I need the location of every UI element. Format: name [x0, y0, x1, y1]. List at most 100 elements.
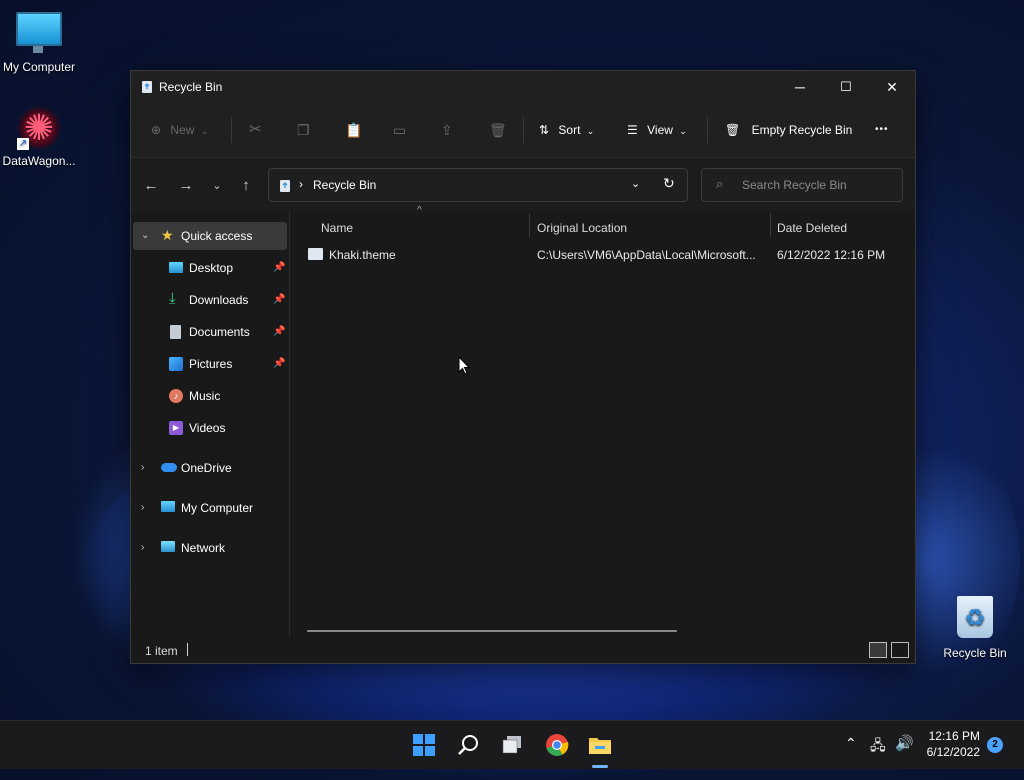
windows-start-icon[interactable] — [410, 731, 438, 759]
item-count: 1 item — [145, 644, 178, 658]
sidebar-item-label: Videos — [189, 421, 226, 435]
search-input[interactable]: Search Recycle Bin — [742, 178, 847, 192]
sidebar-item-label: My Computer — [181, 501, 254, 515]
column-header-name[interactable]: Name — [321, 216, 353, 240]
sidebar-item-label: Pictures — [189, 357, 233, 371]
pin-icon[interactable]: 📌 — [273, 318, 285, 346]
more-options-button[interactable]: ••• — [875, 117, 889, 143]
sidebar-item-desktop[interactable]: Desktop 📌 — [133, 254, 287, 282]
sidebar-item-label: Desktop — [189, 261, 234, 275]
chevron-down-icon: ⌄ — [586, 126, 595, 136]
address-dropdown-icon[interactable]: ⌄ — [631, 177, 640, 190]
cut-icon[interactable]: ✂ — [249, 117, 262, 143]
desktop-icon-label: Recycle Bin — [943, 646, 1007, 660]
sidebar-item-my-computer[interactable]: › My Computer — [133, 494, 287, 522]
recent-locations-chevron-icon[interactable]: ⌄ — [207, 176, 227, 196]
back-arrow-icon[interactable]: ← — [141, 176, 161, 196]
sidebar-item-quick-access[interactable]: ⌄ ★ Quick access — [133, 222, 287, 250]
column-header-original-location[interactable]: Original Location — [537, 216, 627, 240]
search-icon[interactable] — [455, 731, 483, 759]
pin-icon[interactable]: 📌 — [273, 286, 285, 314]
recycle-bin-icon — [957, 596, 993, 638]
sidebar-item-network[interactable]: › Network — [133, 534, 287, 562]
monitor-icon — [161, 501, 175, 512]
file-original-location: C:\Users\VM6\AppData\Local\Microsoft... — [537, 248, 756, 262]
search-box[interactable]: ⌕ Search Recycle Bin — [701, 168, 903, 202]
details-view-button[interactable] — [869, 642, 887, 658]
sidebar-item-onedrive[interactable]: › OneDrive — [133, 454, 287, 482]
monitor-icon — [16, 12, 62, 53]
network-icon — [161, 541, 175, 552]
desktop-icon-label: DataWagon... — [2, 154, 76, 168]
column-divider[interactable] — [770, 213, 771, 237]
tiles-view-button[interactable] — [891, 642, 909, 658]
empty-recycle-bin-button[interactable]: 🗑 Empty Recycle Bin — [725, 117, 852, 143]
toolbar-divider — [523, 117, 524, 143]
desktop-icon-label: My Computer — [2, 60, 76, 74]
network-status-icon[interactable]: 🖧 — [870, 735, 886, 759]
toolbar-divider — [231, 117, 232, 143]
sidebar-item-label: Downloads — [189, 293, 249, 307]
chevron-right-icon: › — [141, 502, 145, 513]
rename-icon[interactable]: ▭ — [393, 117, 406, 143]
show-hidden-icons-chevron-icon[interactable]: ⌃ — [845, 735, 857, 752]
sidebar-item-label: OneDrive — [181, 461, 232, 475]
maximize-button[interactable]: ☐ — [823, 71, 869, 103]
horizontal-scrollbar[interactable] — [307, 630, 677, 632]
pin-icon[interactable]: 📌 — [273, 350, 285, 378]
datawagon-app-icon: ↗ — [17, 106, 61, 150]
forward-arrow-icon[interactable]: → — [176, 176, 196, 196]
breadcrumb[interactable]: Recycle Bin — [313, 178, 376, 192]
delete-icon[interactable]: 🗑 — [489, 117, 507, 143]
clock-date: 6/12/2022 — [926, 745, 980, 759]
desktop-icon-datawagon[interactable]: ↗ DataWagon... — [0, 106, 81, 168]
document-icon — [170, 325, 181, 339]
new-button-label: New — [170, 123, 195, 137]
address-bar[interactable]: › Recycle Bin ⌄ ↻ — [268, 168, 688, 202]
new-button[interactable]: ⊕ New ⌄ — [151, 117, 208, 143]
sort-icon: ⇅ — [539, 123, 550, 137]
taskbar: ⌃ 🖧 🔊 12:16 PM 6/12/2022 2 — [0, 720, 1024, 769]
up-arrow-icon[interactable]: ↑ — [236, 176, 256, 196]
desktop-icon-recycle-bin[interactable]: Recycle Bin — [933, 596, 1017, 660]
desktop-icon — [169, 262, 183, 273]
notification-badge[interactable]: 2 — [987, 737, 1003, 753]
toolbar-divider — [707, 117, 708, 143]
recycle-bin-small-icon — [141, 79, 153, 96]
picture-icon — [169, 357, 183, 371]
star-icon: ★ — [161, 227, 174, 243]
view-lines-icon: ☰ — [627, 123, 638, 137]
navigation-row: ← → ⌄ ↑ › Recycle Bin ⌄ ↻ ⌕ Search Recyc… — [131, 158, 915, 212]
sidebar-item-downloads[interactable]: ⤓ Downloads 📌 — [133, 286, 287, 314]
paste-icon[interactable]: 📋 — [345, 117, 362, 143]
search-icon: ⌕ — [716, 176, 724, 191]
sidebar-item-label: Documents — [189, 325, 250, 339]
download-icon: ⤓ — [169, 290, 176, 307]
chrome-icon[interactable] — [543, 731, 571, 759]
pin-icon[interactable]: 📌 — [273, 254, 285, 282]
close-button[interactable]: ✕ — [869, 71, 915, 103]
plus-circle-icon: ⊕ — [151, 123, 162, 137]
column-divider[interactable] — [529, 213, 530, 237]
desktop-icon-my-computer[interactable]: My Computer — [0, 12, 81, 74]
view-button[interactable]: ☰ View ⌄ — [627, 117, 687, 143]
trash-icon: 🗑 — [725, 123, 741, 137]
refresh-icon[interactable]: ↻ — [663, 175, 675, 192]
sort-button[interactable]: ⇅ Sort ⌄ — [539, 117, 594, 143]
breadcrumb-chevron-icon: › — [299, 177, 303, 191]
sidebar-item-documents[interactable]: Documents 📌 — [133, 318, 287, 346]
minimize-button[interactable]: ─ — [777, 71, 823, 103]
task-view-icon[interactable] — [499, 731, 527, 759]
sidebar-item-pictures[interactable]: Pictures 📌 — [133, 350, 287, 378]
sort-button-label: Sort — [558, 123, 581, 137]
copy-icon[interactable]: ❐ — [297, 117, 310, 143]
view-button-label: View — [647, 123, 673, 137]
file-explorer-icon[interactable] — [586, 731, 614, 759]
share-icon[interactable]: ⇪ — [441, 117, 453, 143]
status-bar: 1 item — [131, 637, 915, 663]
mouse-cursor-icon — [458, 356, 470, 375]
column-header-date-deleted[interactable]: Date Deleted — [777, 216, 847, 240]
sidebar-item-music[interactable]: ♪ Music — [133, 382, 287, 410]
sidebar-item-videos[interactable]: ▶ Videos — [133, 414, 287, 442]
title-bar[interactable]: Recycle Bin ─ ☐ ✕ — [131, 71, 915, 103]
